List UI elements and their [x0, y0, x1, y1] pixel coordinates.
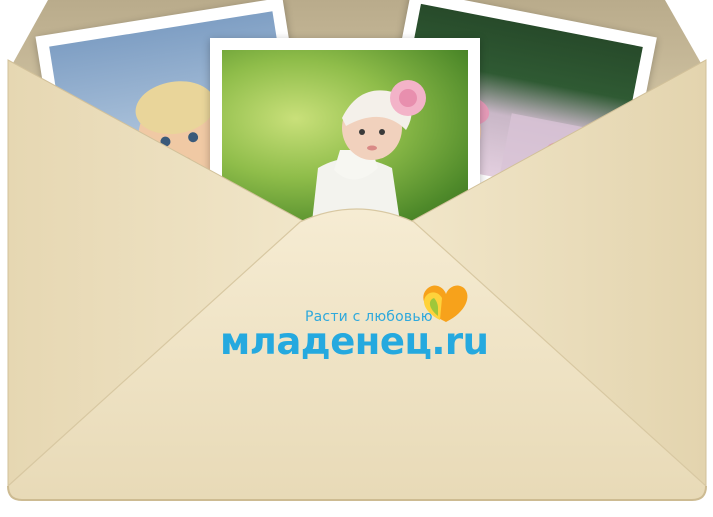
- brand-name: младенец.ru: [220, 320, 489, 363]
- envelope-illustration: Расти с любовью младенец.ru: [0, 0, 713, 517]
- brand-logo[interactable]: Расти с любовью младенец.ru: [220, 282, 510, 372]
- envelope-front: [7, 59, 707, 501]
